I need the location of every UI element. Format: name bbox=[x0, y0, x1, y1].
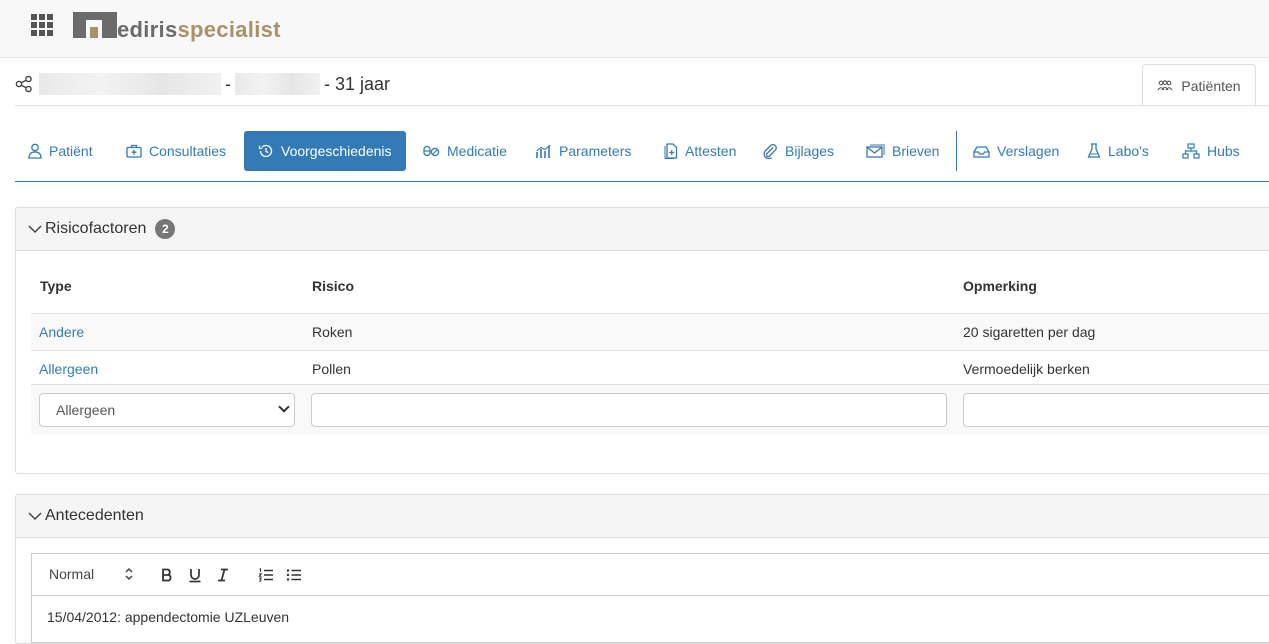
editor-content[interactable]: 15/04/2012: appendectomie UZLeuven bbox=[32, 596, 1269, 638]
tab-label: Patiënt bbox=[49, 143, 93, 159]
table-row: Andere Roken 20 sigaretten per dag bbox=[31, 313, 1269, 350]
users-icon bbox=[1157, 79, 1173, 90]
tab-label: Medicatie bbox=[447, 143, 507, 159]
divider bbox=[15, 105, 1269, 106]
tab-voorgeschiedenis[interactable]: Voorgeschiedenis bbox=[244, 131, 406, 171]
tab-label: Brieven bbox=[892, 143, 940, 159]
tab-patient[interactable]: Patiënt bbox=[28, 131, 93, 171]
name-separator: - bbox=[225, 73, 231, 94]
logo-mark-icon bbox=[73, 12, 117, 38]
top-bar: edirisspecialist bbox=[0, 0, 1269, 58]
letter-icon bbox=[866, 144, 885, 158]
tab-label: Attesten bbox=[685, 143, 737, 159]
risk-type-select[interactable]: Allergeen bbox=[39, 393, 295, 427]
tab-hubs[interactable]: Hubs bbox=[1182, 131, 1240, 171]
opmerking-input[interactable] bbox=[963, 393, 1269, 427]
risk-remark: 20 sigaretten per dag bbox=[963, 324, 1096, 340]
tab-label: Hubs bbox=[1207, 143, 1240, 159]
document-plus-icon bbox=[664, 143, 678, 159]
risk-factors-title: Risicofactoren bbox=[45, 220, 147, 237]
antecedents-title: Antecedenten bbox=[45, 507, 144, 524]
tab-parameters[interactable]: Parameters bbox=[535, 131, 631, 171]
risico-input[interactable] bbox=[311, 393, 947, 427]
updown-icon[interactable] bbox=[125, 567, 133, 581]
chevron-down-icon[interactable] bbox=[28, 222, 42, 236]
risk-value: Pollen bbox=[312, 361, 351, 377]
history-icon bbox=[258, 144, 273, 158]
tab-brieven[interactable]: Brieven bbox=[866, 131, 939, 171]
count-badge: 2 bbox=[155, 219, 176, 239]
ordered-list-icon bbox=[258, 568, 273, 582]
patient-name-redacted bbox=[39, 73, 221, 95]
share-icon[interactable] bbox=[15, 75, 33, 93]
column-header-opmerking: Opmerking bbox=[963, 278, 1037, 294]
risk-type-link[interactable]: Andere bbox=[39, 324, 84, 340]
tab-labos[interactable]: Labo's bbox=[1087, 131, 1149, 171]
antecedents-panel: Antecedenten Normal 15/04/2012: appendec… bbox=[15, 494, 1269, 644]
column-header-type: Type bbox=[40, 278, 72, 294]
tab-label: Labo's bbox=[1108, 143, 1149, 159]
apps-grid-icon[interactable] bbox=[31, 14, 53, 36]
pills-icon bbox=[423, 145, 440, 157]
inbox-icon bbox=[973, 145, 990, 158]
underline-icon bbox=[189, 568, 201, 582]
tab-verslagen[interactable]: Verslagen bbox=[973, 131, 1059, 171]
chevron-down-icon[interactable] bbox=[28, 509, 42, 523]
section-nav: Patiënt Consultaties Voorgeschiedenis Me… bbox=[15, 131, 1269, 182]
risk-factors-header[interactable]: Risicofactoren 2 bbox=[16, 208, 1269, 251]
antecedents-header[interactable]: Antecedenten bbox=[16, 495, 1269, 538]
patient-age: - 31 jaar bbox=[324, 73, 391, 94]
network-icon bbox=[1182, 143, 1200, 159]
medical-bag-icon bbox=[126, 144, 142, 158]
bullet-list-button[interactable] bbox=[284, 565, 304, 585]
tab-label: Verslagen bbox=[997, 143, 1060, 159]
tab-attesten[interactable]: Attesten bbox=[664, 131, 736, 171]
ordered-list-button[interactable] bbox=[256, 565, 276, 585]
bold-button[interactable] bbox=[157, 565, 177, 585]
editor-toolbar: Normal bbox=[32, 554, 1269, 596]
patient-birthdate-redacted bbox=[235, 73, 320, 95]
patients-tab-label: Patiënten bbox=[1181, 77, 1241, 94]
italic-button[interactable] bbox=[213, 565, 233, 585]
format-select[interactable]: Normal bbox=[49, 566, 94, 582]
brand-name: edirisspecialist bbox=[117, 17, 281, 42]
user-icon bbox=[28, 143, 42, 159]
tab-label: Consultaties bbox=[149, 143, 227, 159]
patients-tab[interactable]: Patiënten bbox=[1142, 64, 1256, 107]
column-header-risico: Risico bbox=[312, 278, 355, 294]
rich-text-editor: Normal 15/04/2012: appendectomie UZLeuve… bbox=[31, 553, 1269, 643]
risk-type-link[interactable]: Allergeen bbox=[39, 361, 98, 377]
tab-label: Voorgeschiedenis bbox=[281, 143, 392, 159]
tab-medicatie[interactable]: Medicatie bbox=[423, 131, 507, 171]
risk-value: Roken bbox=[312, 324, 353, 340]
nav-separator bbox=[956, 131, 957, 171]
tab-bijlages[interactable]: Bijlages bbox=[762, 131, 834, 171]
underline-button[interactable] bbox=[185, 565, 205, 585]
italic-icon bbox=[218, 568, 228, 582]
bold-icon bbox=[162, 568, 172, 582]
tab-label: Parameters bbox=[559, 143, 632, 159]
risk-remark: Vermoedelijk berken bbox=[963, 361, 1090, 377]
tab-consultaties[interactable]: Consultaties bbox=[126, 131, 226, 171]
risk-factors-panel: Risicofactoren 2 Type Risico Opmerking A… bbox=[15, 207, 1269, 474]
paperclip-icon bbox=[763, 143, 777, 159]
bullet-list-icon bbox=[286, 569, 301, 581]
flask-icon bbox=[1087, 143, 1101, 158]
new-risk-row: Allergeen bbox=[31, 384, 1269, 435]
risk-type-select-value: Allergeen bbox=[56, 402, 116, 418]
patient-header: - - 31 jaar bbox=[15, 70, 394, 98]
chart-icon bbox=[536, 144, 551, 158]
table-row: Allergeen Pollen Vermoedelijk berken bbox=[31, 350, 1269, 387]
chevron-down-icon bbox=[278, 401, 290, 413]
tab-label: Bijlages bbox=[785, 143, 835, 159]
